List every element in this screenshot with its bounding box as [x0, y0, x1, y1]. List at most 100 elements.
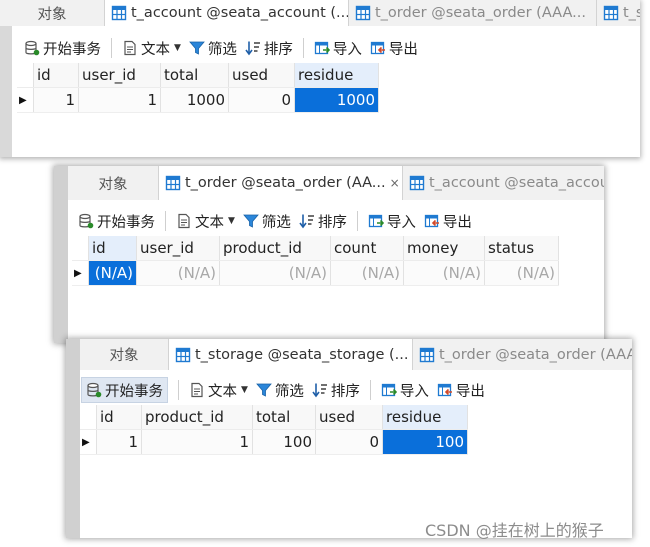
filter-icon: [189, 40, 205, 56]
selected-cell[interactable]: 100: [382, 429, 468, 455]
tab-t-order[interactable]: t_order @seata_order (AA... ×: [158, 166, 402, 200]
tab-objects[interactable]: 对象: [0, 0, 104, 26]
selected-cell[interactable]: 1000: [294, 87, 379, 113]
table-grid-icon: [175, 347, 191, 363]
column-header[interactable]: product_id: [141, 405, 253, 430]
table-cell[interactable]: 0: [315, 429, 383, 455]
table-cell[interactable]: (N/A): [403, 260, 485, 286]
data-grid: id user_id product_id count money status…: [72, 236, 559, 286]
toolbar-divider: [111, 38, 112, 58]
begin-transaction-label: 开始事务: [97, 214, 155, 231]
data-grid: id product_id total used residue ▶ 1 1 1…: [80, 405, 468, 455]
export-icon: [424, 213, 440, 229]
tab-label: t_account @seata_account (...: [131, 5, 348, 21]
left-strip: [66, 370, 80, 538]
export-label: 导出: [455, 383, 485, 400]
table-cell[interactable]: (N/A): [136, 260, 220, 286]
toolbar: 开始事务 文本 ▼ 筛选 排序 导入 导出: [81, 376, 493, 404]
close-tab-icon[interactable]: ×: [390, 176, 400, 190]
export-button[interactable]: 导出: [424, 209, 472, 233]
filter-label: 筛选: [207, 41, 237, 58]
column-header[interactable]: residue: [382, 405, 468, 430]
import-button[interactable]: 导入: [368, 209, 416, 233]
document-icon: [122, 40, 138, 56]
begin-transaction-button[interactable]: 开始事务: [81, 377, 168, 403]
tab-t-storage[interactable]: t_storage @seata_storage (...: [168, 339, 412, 370]
filter-button[interactable]: 筛选: [256, 378, 304, 402]
tab-t-account[interactable]: t_account @seata_accou: [402, 166, 604, 200]
column-header[interactable]: product_id: [219, 236, 331, 261]
tab-label: 对象: [37, 6, 67, 23]
column-header[interactable]: total: [160, 63, 229, 88]
table-row[interactable]: ▶ 1 1 1000 0 1000: [17, 87, 379, 113]
text-button[interactable]: 文本 ▼: [189, 378, 248, 402]
sort-icon: [312, 382, 328, 398]
table-cell[interactable]: 1: [33, 87, 79, 113]
tab-label: t_order @seata_order (AAA: [439, 346, 632, 363]
table-cell[interactable]: 1: [141, 429, 253, 455]
sort-icon: [245, 40, 261, 56]
column-header[interactable]: count: [330, 236, 404, 261]
table-row[interactable]: ▶ 1 1 100 0 100: [80, 429, 468, 455]
table-cell[interactable]: (N/A): [484, 260, 559, 286]
column-header[interactable]: id: [88, 236, 137, 261]
table-cell[interactable]: 0: [228, 87, 295, 113]
export-icon: [370, 40, 386, 56]
sort-button[interactable]: 排序: [245, 36, 293, 60]
row-header-corner: [80, 405, 97, 430]
text-button[interactable]: 文本 ▼: [122, 36, 181, 60]
watermark: CSDN @挂在树上的猴子: [425, 521, 604, 540]
toolbar-divider: [178, 380, 179, 400]
export-button[interactable]: 导出: [437, 378, 485, 402]
column-header[interactable]: residue: [294, 63, 379, 88]
table-cell[interactable]: 100: [252, 429, 316, 455]
tab-t-account[interactable]: t_account @seata_account (...: [104, 0, 348, 26]
filter-button[interactable]: 筛选: [189, 36, 237, 60]
tab-label: t_account @seata_accou: [429, 175, 604, 191]
column-header[interactable]: status: [484, 236, 559, 261]
selected-cell[interactable]: (N/A): [88, 260, 137, 286]
table-cell[interactable]: 1: [78, 87, 161, 113]
t-account-window: 对象 t_account @seata_account (... t_order…: [0, 0, 640, 157]
column-header[interactable]: used: [315, 405, 383, 430]
tab-label: 对象: [98, 176, 128, 193]
column-header[interactable]: id: [96, 405, 142, 430]
toolbar: 开始事务 文本 ▼ 筛选 排序 导入 导出: [24, 34, 426, 62]
tab-t-order[interactable]: t_order @seata_order (AAA...: [348, 0, 596, 26]
sort-button[interactable]: 排序: [299, 209, 347, 233]
table-cell[interactable]: 1000: [160, 87, 229, 113]
toolbar-divider: [356, 211, 358, 231]
column-header[interactable]: user_id: [78, 63, 161, 88]
header-row: id user_id product_id count money status: [72, 236, 559, 261]
toolbar-divider: [165, 211, 166, 231]
sort-label: 排序: [263, 41, 293, 58]
text-button[interactable]: 文本 ▼: [176, 209, 235, 233]
table-row[interactable]: ▶ (N/A) (N/A) (N/A) (N/A) (N/A) (N/A): [72, 260, 559, 286]
column-header[interactable]: money: [403, 236, 485, 261]
sort-button[interactable]: 排序: [312, 378, 360, 402]
filter-label: 筛选: [261, 214, 291, 231]
column-header[interactable]: user_id: [136, 236, 220, 261]
tab-bar: 对象 t_storage @seata_storage (... t_order…: [66, 339, 632, 370]
import-label: 导入: [386, 214, 416, 231]
begin-transaction-button[interactable]: 开始事务: [78, 209, 155, 233]
table-cell[interactable]: (N/A): [219, 260, 331, 286]
begin-transaction-button[interactable]: 开始事务: [24, 36, 101, 60]
tab-objects[interactable]: 对象: [68, 166, 158, 200]
tab-t-order[interactable]: t_order @seata_order (AAA: [412, 339, 632, 370]
import-button[interactable]: 导入: [314, 36, 362, 60]
tab-label: t_s: [623, 5, 640, 21]
caret-down-icon: ▼: [241, 385, 248, 395]
import-button[interactable]: 导入: [381, 378, 429, 402]
export-button[interactable]: 导出: [370, 36, 418, 60]
toolbar: 开始事务 文本 ▼ 筛选 排序 导入 导出: [78, 207, 480, 235]
tab-objects[interactable]: 对象: [80, 339, 168, 370]
tab-t-storage[interactable]: t_s: [596, 0, 640, 26]
column-header[interactable]: id: [33, 63, 79, 88]
table-cell[interactable]: (N/A): [330, 260, 404, 286]
column-header[interactable]: total: [252, 405, 316, 430]
column-header[interactable]: used: [228, 63, 295, 88]
tab-bar: 对象 t_account @seata_account (... t_order…: [0, 0, 640, 26]
table-cell[interactable]: 1: [96, 429, 142, 455]
filter-button[interactable]: 筛选: [243, 209, 291, 233]
